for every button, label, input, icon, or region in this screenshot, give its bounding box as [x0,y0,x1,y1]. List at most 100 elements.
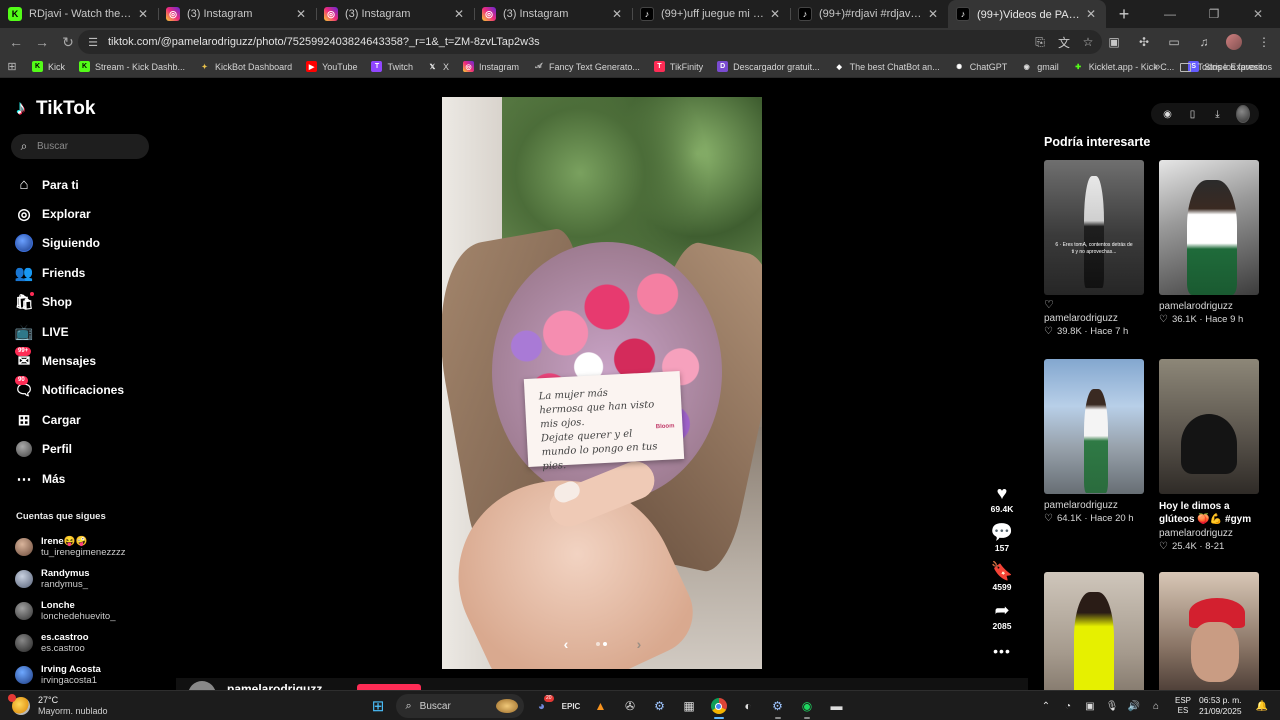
save-button[interactable]: 🔖 4599 [982,560,1022,599]
close-icon[interactable]: ✕ [926,7,940,21]
windows-start-icon[interactable]: ⊞ [366,694,390,718]
tray-app-icon[interactable]: ▣ [1081,701,1099,712]
discord-icon[interactable]: ◕ 20 [530,694,554,718]
share-button[interactable]: ➦ 2085 [982,599,1022,638]
browser-tab-active[interactable]: ♪ (99+)Videos de PAMELA✨ (@ ✕ [948,0,1106,28]
bookmark[interactable]: ▶ YouTube [306,61,357,72]
forward-icon[interactable]: → [30,30,54,54]
suggestion-thumbnail[interactable] [1159,572,1259,690]
taskbar-search[interactable]: ⌕ Buscar [395,694,524,718]
bookmark-star-icon[interactable]: ☆ [1080,34,1096,50]
profile-avatar[interactable] [1226,34,1242,50]
suggestion-caption[interactable]: Hoy le dimos a glúteos 🍑💪 #gym [1159,500,1259,526]
bookmark[interactable]: ◆ The best ChatBot an... [834,61,939,72]
steam-icon[interactable]: ⚙ [766,694,790,719]
browser-tab[interactable]: ◎ (3) Instagram ✕ [158,0,316,28]
bookmark[interactable]: 𝕏X [427,61,449,72]
install-app-icon[interactable]: ⎘ [1032,34,1048,50]
address-bar[interactable]: ☰ tiktok.com/@pamelarodriguzz/photo/7525… [78,30,1102,54]
nav-item-explorar[interactable]: ◎ Explorar [15,199,124,228]
nav-item-friends[interactable]: 👥 Friends [15,258,124,287]
app-icon[interactable]: ▲ [589,694,613,718]
weather-widget[interactable]: 27°C Mayorm. nublado [8,694,108,717]
carousel-dot[interactable] [596,642,600,646]
following-account[interactable]: Irving Acosta irvingacosta1 [15,659,126,690]
nav-item-cargar[interactable]: ⊞ Cargar [15,405,124,434]
suggestion-thumbnail[interactable] [1044,572,1144,690]
suggestion-card[interactable] [1159,572,1259,690]
bookmark[interactable]: T TikFinity [653,61,703,72]
suggestion-card[interactable]: pamelarodriguzz ♡ 36.1K · Hace 9 h [1159,160,1259,325]
close-icon[interactable]: ✕ [294,7,308,21]
suggestion-card[interactable]: pamelarodriguzz ♡ 64.1K · Hace 20 h [1044,359,1144,524]
suggestion-card[interactable]: 6 · Eres tomA, contentos detrás de ti y … [1044,160,1144,337]
maximize-icon[interactable]: ❐ [1192,0,1236,28]
microphone-icon[interactable]: 🎙 [1103,701,1121,712]
nav-item-para-ti[interactable]: ⌂ Para ti [15,170,124,199]
author-avatar[interactable] [188,681,216,690]
comment-button[interactable]: 💬 157 [982,521,1022,560]
close-window-icon[interactable]: ✕ [1236,0,1280,28]
photo-post[interactable]: La mujer más hermosa que han visto mis o… [442,97,762,669]
site-info-icon[interactable]: ☰ [86,35,100,49]
network-icon[interactable]: ⌂ [1147,701,1165,712]
device-icon[interactable]: ▯ [1186,107,1200,121]
nav-item-perfil[interactable]: Perfil [15,435,124,464]
search-input[interactable] [37,141,137,152]
bookmark[interactable]: K Stream - Kick Dashb... [79,61,185,72]
app-icon[interactable]: ▬ [825,694,849,718]
suggestion-username[interactable]: pamelarodriguzz [1159,301,1259,312]
bookmark[interactable]: T Twitch [371,61,413,72]
close-icon[interactable]: ✕ [136,7,150,21]
suggestion-thumbnail[interactable] [1044,359,1144,494]
coins-icon[interactable]: ◉ [1161,107,1175,121]
more-bookmarks-icon[interactable]: » [1154,61,1160,73]
bookmark[interactable]: ◎ Instagram [463,61,519,72]
carousel-prev-icon[interactable]: ‹ [560,636,572,652]
app-icon[interactable]: ▦ [677,694,701,718]
close-icon[interactable]: ✕ [452,7,466,21]
speaker-icon[interactable]: 🔊 [1125,701,1143,712]
suggestion-username[interactable]: pamelarodriguzz [1044,313,1144,324]
suggestion-username[interactable]: pamelarodriguzz [1044,500,1144,511]
notification-bell-icon[interactable]: 🔔 [1256,701,1268,712]
browser-tab[interactable]: ◎ (3) Instagram ✕ [316,0,474,28]
like-button[interactable]: ♥ 69.4K [982,482,1022,521]
chevron-up-icon[interactable]: ⌃ [1037,701,1055,712]
apps-grid-icon[interactable]: ⊞ [6,61,18,73]
spotify-icon[interactable]: ◉ [795,694,819,719]
minimize-icon[interactable]: — [1148,0,1192,28]
back-icon[interactable]: ← [4,30,28,54]
profile-avatar[interactable] [1235,105,1250,123]
suggestion-thumbnail[interactable] [1159,160,1259,295]
bookmark[interactable]: D Descargador gratuit... [717,61,820,72]
tray-app-icon[interactable]: ◔ [1059,701,1077,712]
translate-icon[interactable]: 文 [1056,34,1072,50]
extension-icon[interactable]: ▣ [1106,34,1122,50]
download-icon[interactable]: ⤓ [1211,107,1225,121]
bookmark[interactable]: ✺ ChatGPT [954,61,1007,72]
app-icon[interactable]: ◐ [736,694,760,718]
browser-tab[interactable]: ♪ (99+)uff juegue mi líder juegue ✕ [632,0,790,28]
extensions-puzzle-icon[interactable]: ✣ [1136,34,1152,50]
language-indicator[interactable]: ESP ES [1175,696,1191,716]
new-tab-button[interactable]: + [1110,0,1138,28]
suggestion-thumbnail[interactable]: 6 · Eres tomA, contentos detrás de ti y … [1044,160,1144,295]
bookmark[interactable]: K Kick [32,61,65,72]
following-account[interactable]: Randymus randymus_ [15,563,126,595]
reload-icon[interactable]: ↻ [56,30,80,54]
suggestion-card[interactable]: Hoy le dimos a glúteos 🍑💪 #gym pamelarod… [1159,359,1259,552]
bookmark[interactable]: ✦ KickBot Dashboard [199,61,292,72]
nav-item-notificaciones[interactable]: 🗨 90 Notificaciones [14,376,124,405]
steam-icon[interactable]: ⚙ [648,694,672,718]
epic-games-icon[interactable]: EPIC [559,694,583,718]
nav-item-mensajes[interactable]: ✉ 99+ Mensajes [15,346,124,375]
nav-item-siguiendo[interactable]: Siguiendo [15,229,124,258]
browser-tab[interactable]: ♪ (99+)#rdjavi #rdjavifans #rdjavi ✕ [790,0,948,28]
nav-item-shop[interactable]: 🛍 Shop [14,288,124,317]
bookmark[interactable]: 𝓐 Fancy Text Generato... [533,61,640,72]
url-text[interactable]: tiktok.com/@pamelarodriguzz/photo/752599… [108,36,540,48]
following-account[interactable]: es.castroo es.castroo [15,627,126,659]
suggestion-username[interactable]: pamelarodriguzz [1159,528,1259,539]
carousel-next-icon[interactable]: › [633,636,645,652]
